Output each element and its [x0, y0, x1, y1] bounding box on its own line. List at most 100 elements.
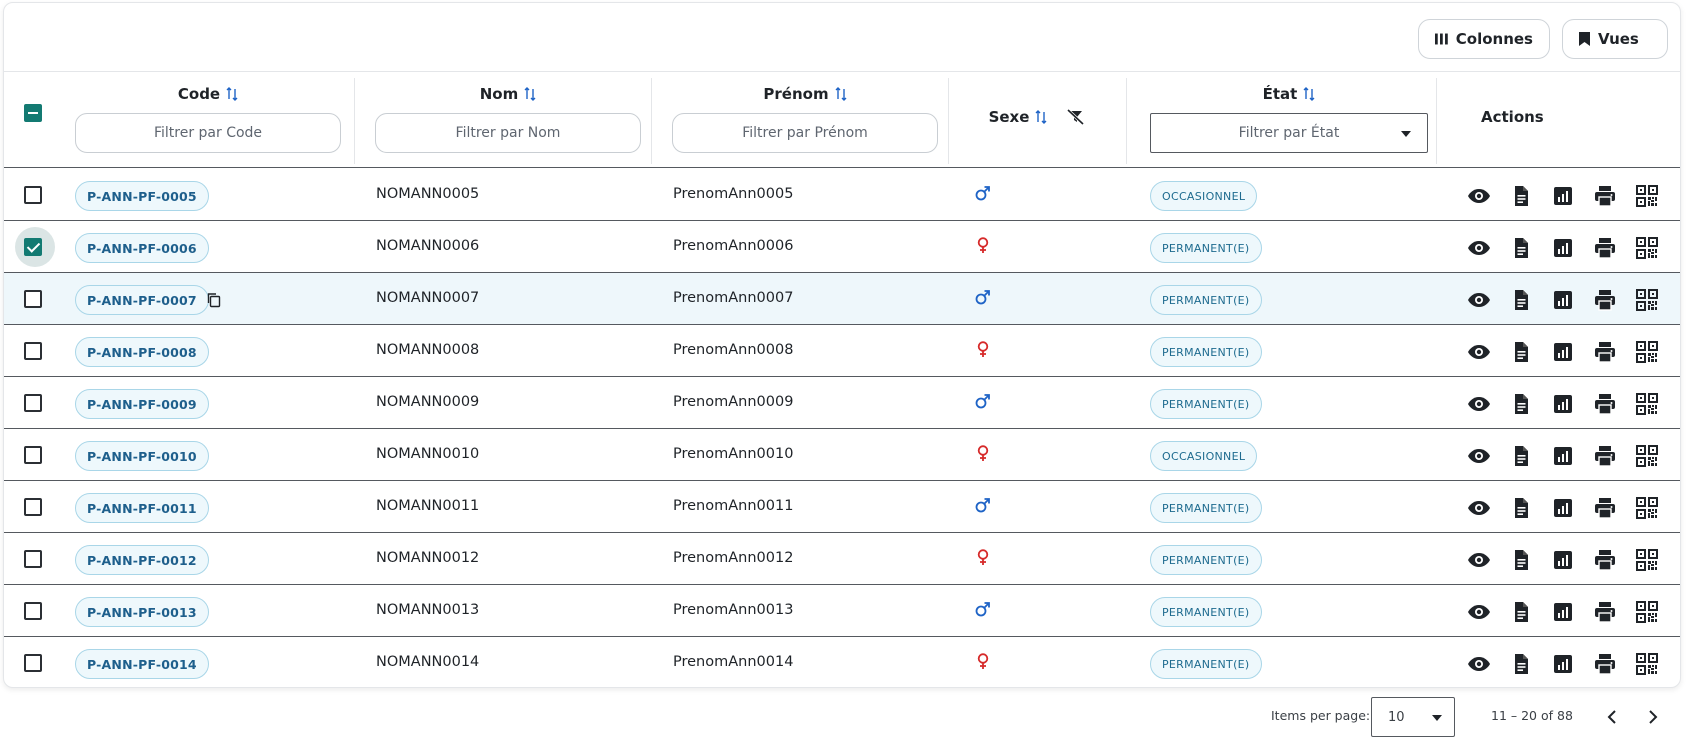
report-icon[interactable] [1551, 340, 1575, 364]
code-chip[interactable]: P-ANN-PF-0006 [75, 233, 209, 263]
eye-icon[interactable] [1467, 236, 1491, 260]
document-icon[interactable] [1509, 652, 1533, 676]
eye-icon[interactable] [1467, 288, 1491, 312]
code-chip[interactable]: P-ANN-PF-0012 [75, 545, 209, 575]
sort-nom-header[interactable]: Nom [375, 85, 641, 103]
code-chip[interactable]: P-ANN-PF-0008 [75, 337, 209, 367]
row-checkbox[interactable] [24, 394, 42, 412]
qr-code-icon[interactable] [1635, 236, 1659, 260]
code-chip[interactable]: P-ANN-PF-0014 [75, 649, 209, 679]
table-row[interactable]: P-ANN-PF-0010 NOMANN0010 PrenomAnn0010 OCCA… [4, 429, 1680, 481]
eye-icon[interactable] [1467, 496, 1491, 520]
table-row[interactable]: P-ANN-PF-0009 NOMANN0009 PrenomAnn0009 PERM… [4, 377, 1680, 429]
print-icon[interactable] [1593, 340, 1617, 364]
qr-code-icon[interactable] [1635, 444, 1659, 468]
table-row[interactable]: P-ANN-PF-0006 NOMANN0006 PrenomAnn0006 PERM… [4, 221, 1680, 273]
table-row[interactable]: P-ANN-PF-0012 NOMANN0012 PrenomAnn0012 PERM… [4, 533, 1680, 585]
print-icon[interactable] [1593, 496, 1617, 520]
code-filter-input[interactable]: Filtrer par Code [75, 113, 341, 153]
sort-prenom-header[interactable]: Prénom [672, 85, 938, 103]
document-icon[interactable] [1509, 496, 1533, 520]
qr-code-icon[interactable] [1635, 652, 1659, 676]
code-chip[interactable]: P-ANN-PF-0013 [75, 597, 209, 627]
document-icon[interactable] [1509, 340, 1533, 364]
copy-icon[interactable] [206, 292, 222, 308]
qr-code-icon[interactable] [1635, 548, 1659, 572]
page-size-select[interactable]: 10 [1371, 697, 1455, 737]
row-checkbox[interactable] [24, 186, 42, 204]
code-chip[interactable]: P-ANN-PF-0009 [75, 389, 209, 419]
qr-code-icon[interactable] [1635, 392, 1659, 416]
document-icon[interactable] [1509, 600, 1533, 624]
select-all-checkbox[interactable] [24, 104, 42, 122]
print-icon[interactable] [1593, 236, 1617, 260]
table-row[interactable]: P-ANN-PF-0013 NOMANN0013 PrenomAnn0013 PERM… [4, 585, 1680, 637]
table-row[interactable]: P-ANN-PF-0011 NOMANN0011 PrenomAnn0011 PERM… [4, 481, 1680, 533]
document-icon[interactable] [1509, 184, 1533, 208]
prenom-filter-input[interactable]: Filtrer par Prénom [672, 113, 938, 153]
eye-icon[interactable] [1467, 392, 1491, 416]
clear-filter-icon[interactable] [1067, 109, 1085, 125]
table-row[interactable]: P-ANN-PF-0007 NOMANN0007 PrenomAnn0007 PER… [4, 273, 1680, 325]
qr-code-icon[interactable] [1635, 288, 1659, 312]
row-checkbox[interactable] [24, 498, 42, 516]
document-icon[interactable] [1509, 548, 1533, 572]
row-checkbox[interactable] [24, 602, 42, 620]
sort-code-header[interactable]: Code [75, 85, 341, 103]
qr-code-icon[interactable] [1635, 600, 1659, 624]
sort-etat-header[interactable]: État [1150, 85, 1428, 103]
report-icon[interactable] [1551, 548, 1575, 572]
views-button[interactable]: Vues [1562, 19, 1668, 59]
report-icon[interactable] [1551, 288, 1575, 312]
row-checkbox[interactable] [24, 290, 42, 308]
document-icon[interactable] [1509, 392, 1533, 416]
eye-icon[interactable] [1467, 444, 1491, 468]
report-icon[interactable] [1551, 184, 1575, 208]
sort-sexe-header[interactable]: Sexe [989, 108, 1048, 126]
row-checkbox[interactable] [24, 550, 42, 568]
previous-page-button[interactable] [1600, 705, 1624, 729]
qr-code-icon[interactable] [1635, 184, 1659, 208]
print-icon[interactable] [1593, 600, 1617, 624]
document-icon[interactable] [1509, 236, 1533, 260]
print-icon[interactable] [1593, 184, 1617, 208]
columns-button-label: Colonnes [1455, 30, 1533, 48]
report-icon[interactable] [1551, 496, 1575, 520]
row-checkbox[interactable] [24, 238, 42, 256]
report-icon[interactable] [1551, 600, 1575, 624]
report-icon[interactable] [1551, 392, 1575, 416]
row-checkbox[interactable] [24, 342, 42, 360]
eye-icon[interactable] [1467, 548, 1491, 572]
columns-button[interactable]: Colonnes [1418, 19, 1550, 59]
report-icon[interactable] [1551, 652, 1575, 676]
report-icon[interactable] [1551, 236, 1575, 260]
etat-filter-select[interactable]: Filtrer par État [1150, 113, 1428, 153]
print-icon[interactable] [1593, 548, 1617, 572]
code-chip[interactable]: P-ANN-PF-0005 [75, 181, 209, 211]
qr-code-icon[interactable] [1635, 496, 1659, 520]
print-icon[interactable] [1593, 392, 1617, 416]
print-icon[interactable] [1593, 652, 1617, 676]
document-icon[interactable] [1509, 444, 1533, 468]
row-checkbox[interactable] [24, 446, 42, 464]
eye-icon[interactable] [1467, 600, 1491, 624]
male-icon [975, 186, 990, 201]
qr-code-icon[interactable] [1635, 340, 1659, 364]
code-chip[interactable]: P-ANN-PF-0007 [75, 285, 209, 315]
print-icon[interactable] [1593, 288, 1617, 312]
table-row[interactable]: P-ANN-PF-0008 NOMANN0008 PrenomAnn0008 PERM… [4, 325, 1680, 377]
row-checkbox[interactable] [24, 654, 42, 672]
nom-filter-input[interactable]: Filtrer par Nom [375, 113, 641, 153]
next-page-button[interactable] [1641, 705, 1665, 729]
code-chip[interactable]: P-ANN-PF-0011 [75, 493, 209, 523]
print-icon[interactable] [1593, 444, 1617, 468]
table-row[interactable]: P-ANN-PF-0005 NOMANN0005 PrenomAnn0005 OCCA… [4, 169, 1680, 221]
eye-icon[interactable] [1467, 652, 1491, 676]
code-chip[interactable]: P-ANN-PF-0010 [75, 441, 209, 471]
document-icon[interactable] [1509, 288, 1533, 312]
column-actions-label: Actions [1481, 108, 1544, 126]
report-icon[interactable] [1551, 444, 1575, 468]
eye-icon[interactable] [1467, 184, 1491, 208]
eye-icon[interactable] [1467, 340, 1491, 364]
table-row[interactable]: P-ANN-PF-0014 NOMANN0014 PrenomAnn0014 PERM… [4, 637, 1680, 687]
